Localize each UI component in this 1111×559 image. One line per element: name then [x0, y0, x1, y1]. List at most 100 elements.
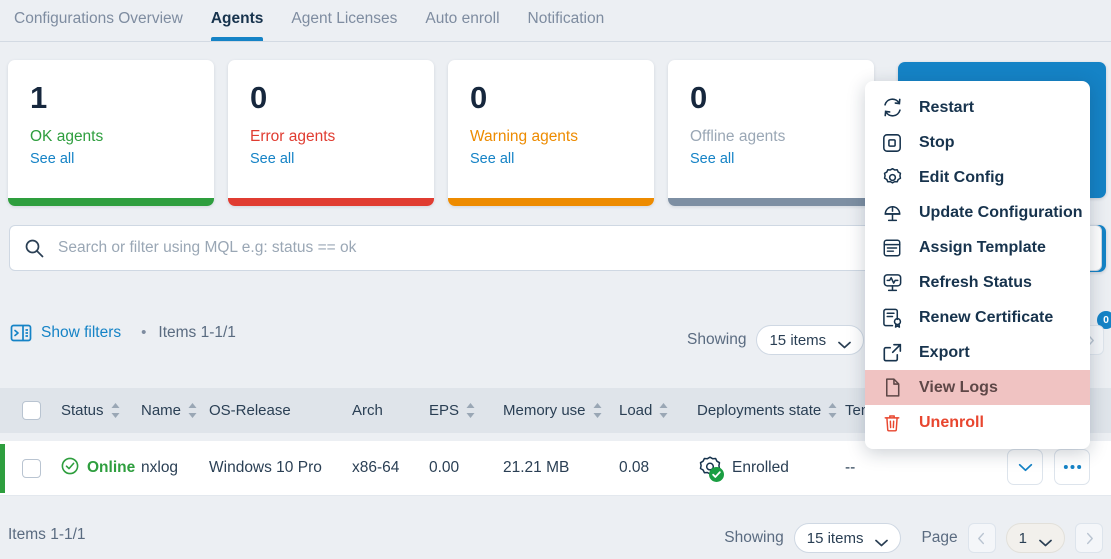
certificate-icon — [881, 307, 903, 329]
select-all-checkbox[interactable] — [22, 401, 41, 420]
tab-notification[interactable]: Notification — [514, 0, 619, 41]
sort-icon — [466, 403, 475, 418]
menu-label-export: Export — [919, 344, 970, 362]
sort-icon — [659, 403, 668, 418]
menu-item-update-configuration[interactable]: Update Configuration — [865, 195, 1090, 230]
menu-item-edit-config[interactable]: Edit Config — [865, 160, 1090, 195]
menu-item-unenroll[interactable]: Unenroll — [865, 405, 1090, 440]
page-size-value-bottom: 15 items — [807, 530, 864, 547]
offline-agents-label: Offline agents — [690, 128, 874, 146]
menu-item-stop[interactable]: Stop — [865, 125, 1090, 160]
menu-item-refresh-status[interactable]: Refresh Status — [865, 265, 1090, 300]
page-label: Page — [921, 529, 957, 547]
showing-label-bottom: Showing — [724, 529, 783, 547]
ok-agents-see-all-link[interactable]: See all — [30, 151, 214, 167]
sort-icon — [828, 403, 837, 418]
error-agents-count: 0 — [250, 82, 434, 113]
column-label-os-release: OS-Release — [209, 402, 291, 419]
stat-card-error-agents[interactable]: 0 Error agents See all — [228, 60, 434, 206]
row-status-accent — [0, 444, 5, 493]
agent-actions-context-menu: Restart Stop Edit Config — [865, 81, 1090, 449]
column-header-name[interactable]: Name — [141, 402, 209, 419]
menu-label-assign-template: Assign Template — [919, 239, 1046, 257]
sort-icon — [188, 403, 197, 418]
stat-card-warning-agents[interactable]: 0 Warning agents See all — [448, 60, 654, 206]
upload-config-icon — [881, 202, 903, 224]
separator-dot: • — [141, 322, 146, 344]
search-icon — [24, 238, 44, 258]
cell-deployments-state: Enrolled — [697, 455, 845, 481]
page-size-select-top[interactable]: 15 items — [756, 325, 864, 355]
next-page-button-bottom[interactable] — [1075, 523, 1103, 553]
show-filters-button[interactable]: Show filters 0 — [10, 322, 121, 344]
menu-item-renew-certificate[interactable]: Renew Certificate — [865, 300, 1090, 335]
row-actions-menu-button[interactable] — [1054, 449, 1090, 485]
column-header-eps[interactable]: EPS — [429, 402, 503, 419]
menu-label-edit-config: Edit Config — [919, 169, 1004, 187]
filters-panel-icon — [10, 322, 32, 344]
menu-label-renew-certificate: Renew Certificate — [919, 309, 1053, 327]
offline-agents-see-all-link[interactable]: See all — [690, 151, 874, 167]
page-size-select-bottom[interactable]: 15 items — [794, 523, 902, 553]
cell-eps: 0.00 — [429, 459, 503, 477]
column-header-memory-use[interactable]: Memory use — [503, 402, 619, 419]
enrolled-icon — [697, 455, 723, 481]
chevron-down-icon — [875, 534, 888, 542]
column-label-deployments-state: Deployments state — [697, 402, 821, 419]
column-header-os-release[interactable]: OS-Release — [209, 402, 352, 419]
cell-arch: x86-64 — [352, 459, 429, 477]
column-label-name: Name — [141, 402, 181, 419]
cell-memory-use: 21.21 MB — [503, 459, 619, 477]
column-label-memory-use: Memory use — [503, 402, 586, 419]
warning-agents-color-bar — [448, 198, 654, 206]
showing-control-top: Showing 15 items — [687, 325, 864, 355]
tab-bar: Configurations Overview Agents Agent Lic… — [0, 0, 1111, 42]
previous-page-button[interactable] — [968, 523, 996, 553]
menu-label-update-configuration: Update Configuration — [919, 204, 1083, 222]
chevron-down-icon — [1039, 534, 1052, 542]
column-label-eps: EPS — [429, 402, 459, 419]
sort-icon — [593, 403, 602, 418]
error-agents-color-bar — [228, 198, 434, 206]
cell-load: 0.08 — [619, 459, 697, 477]
refresh-status-icon — [881, 272, 903, 294]
row-checkbox[interactable] — [22, 459, 41, 478]
show-filters-label: Show filters — [41, 324, 121, 342]
table-row[interactable]: Online nxlog Windows 10 Pro x86-64 0.00 … — [0, 441, 1111, 496]
gear-icon — [881, 167, 903, 189]
menu-item-view-logs[interactable]: View Logs — [865, 370, 1090, 405]
column-header-arch[interactable]: Arch — [352, 402, 429, 419]
error-agents-see-all-link[interactable]: See all — [250, 151, 434, 167]
tab-agents[interactable]: Agents — [197, 0, 278, 41]
items-count-top: Items 1-1/1 — [158, 322, 236, 344]
column-header-deployments-state[interactable]: Deployments state — [697, 402, 845, 419]
cell-os-release: Windows 10 Pro — [209, 459, 352, 477]
tab-agent-licenses[interactable]: Agent Licenses — [277, 0, 411, 41]
menu-item-assign-template[interactable]: Assign Template — [865, 230, 1090, 265]
showing-label-top: Showing — [687, 331, 746, 349]
column-label-status: Status — [61, 402, 104, 419]
status-text: Online — [87, 459, 135, 477]
items-count-bottom: Items 1-1/1 — [8, 526, 86, 544]
column-label-load: Load — [619, 402, 652, 419]
cell-template: -- — [845, 459, 855, 477]
error-agents-label: Error agents — [250, 128, 434, 146]
row-expand-button[interactable] — [1007, 449, 1043, 485]
warning-agents-see-all-link[interactable]: See all — [470, 151, 654, 167]
menu-label-unenroll: Unenroll — [919, 414, 984, 432]
trash-icon — [881, 412, 903, 434]
tab-auto-enroll[interactable]: Auto enroll — [411, 0, 513, 41]
tab-configurations-overview[interactable]: Configurations Overview — [0, 0, 197, 41]
stat-card-ok-agents[interactable]: 1 OK agents See all — [8, 60, 214, 206]
sort-icon — [111, 403, 120, 418]
page-number-select[interactable]: 1 — [1006, 523, 1065, 553]
page-size-value-top: 15 items — [769, 332, 826, 349]
menu-item-export[interactable]: Export — [865, 335, 1090, 370]
menu-item-restart[interactable]: Restart — [865, 90, 1090, 125]
column-header-load[interactable]: Load — [619, 402, 697, 419]
column-header-status[interactable]: Status — [61, 402, 131, 419]
status-online-icon — [61, 457, 79, 480]
stat-card-offline-agents[interactable]: 0 Offline agents See all — [668, 60, 874, 206]
bottom-bar: Items 1-1/1 Showing 15 items Page 1 — [0, 515, 1111, 559]
chevron-down-icon — [838, 336, 851, 344]
